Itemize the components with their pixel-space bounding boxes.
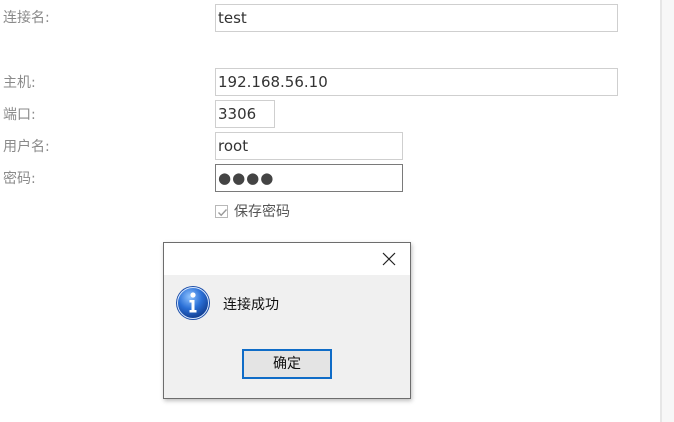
- dialog-message: 连接成功: [223, 297, 279, 313]
- port-label: 端口:: [3, 107, 36, 123]
- username-label: 用户名:: [3, 139, 50, 155]
- port-input[interactable]: 3306: [215, 100, 275, 128]
- password-input[interactable]: ●●●●: [215, 164, 403, 192]
- connection-name-label: 连接名:: [3, 10, 50, 26]
- save-password-label: 保存密码: [234, 204, 290, 220]
- dialog-titlebar[interactable]: [164, 243, 410, 275]
- password-label: 密码:: [3, 171, 36, 187]
- username-input[interactable]: root: [215, 132, 403, 160]
- scrollbar-track[interactable]: [662, 0, 674, 422]
- connection-settings-page: 连接名: test 主机: 192.168.56.10 端口: 3306 用户名…: [0, 0, 674, 422]
- password-mask: ●●●●: [218, 169, 275, 187]
- close-icon[interactable]: [381, 251, 397, 267]
- info-icon: [175, 285, 211, 321]
- connection-name-input[interactable]: test: [215, 4, 618, 32]
- save-password-checkbox[interactable]: [215, 204, 228, 218]
- host-label: 主机:: [3, 75, 36, 91]
- ok-button-label: 确定: [273, 356, 301, 372]
- checkmark-icon: [218, 208, 228, 216]
- ok-button[interactable]: 确定: [242, 349, 332, 379]
- host-input[interactable]: 192.168.56.10: [215, 68, 618, 96]
- message-dialog: 连接成功 确定: [163, 242, 411, 399]
- save-password-row[interactable]: 保存密码: [215, 201, 290, 221]
